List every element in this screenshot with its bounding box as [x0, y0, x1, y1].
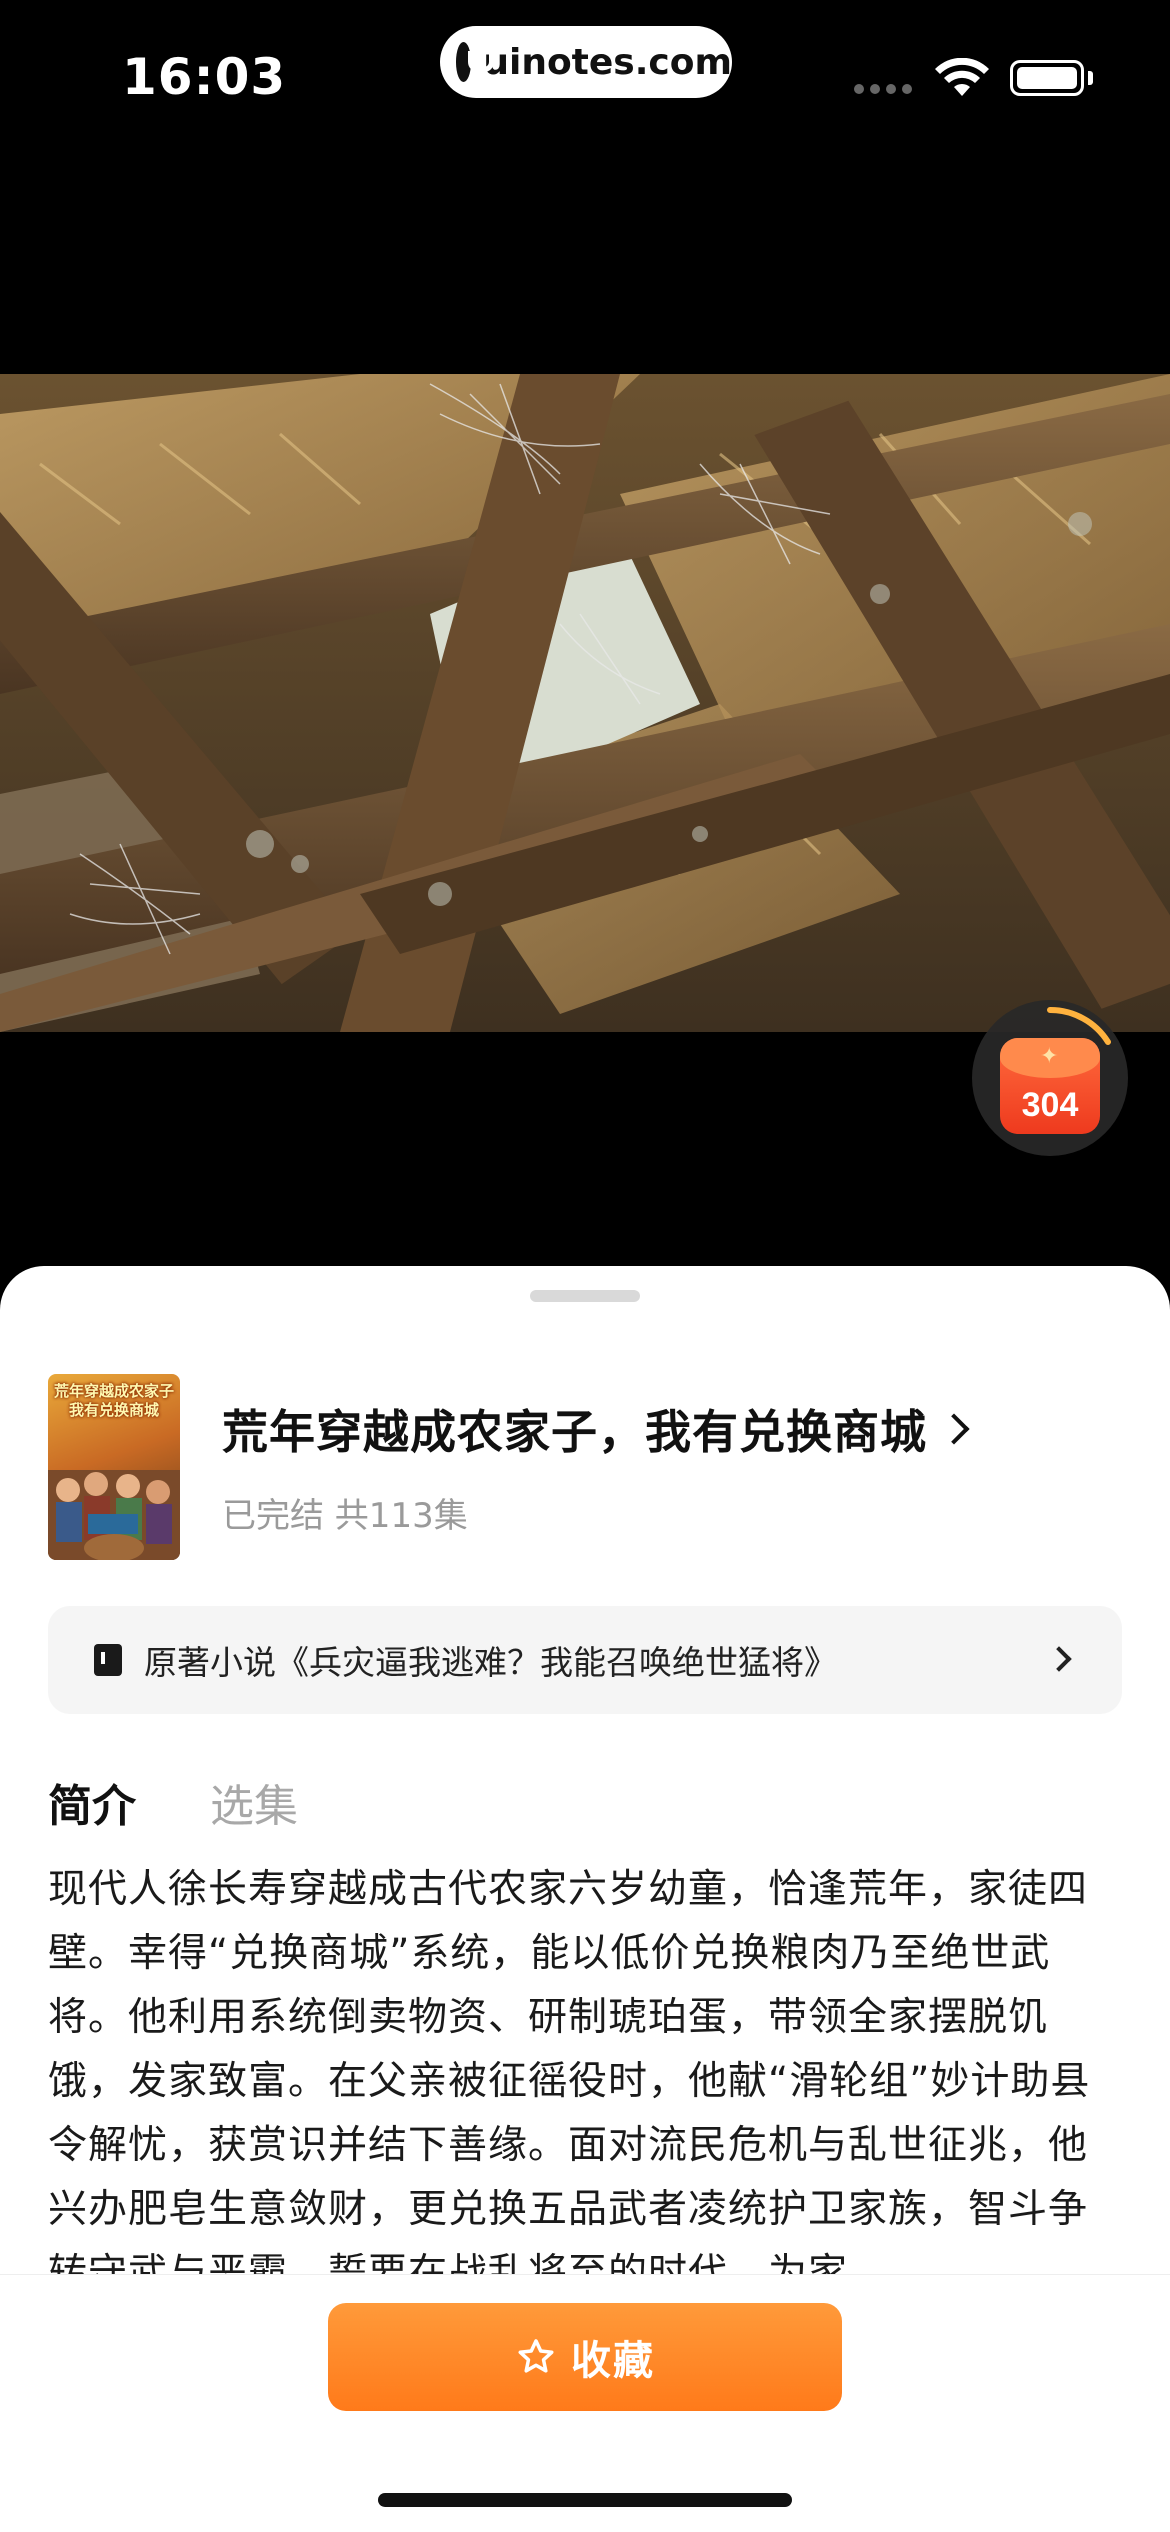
- favorite-button[interactable]: 收藏: [328, 2303, 842, 2411]
- bottom-action-bar: 收藏: [0, 2274, 1170, 2532]
- detail-sheet: 荒年穿越成农家子我有兑换商城 荒年穿越成农家子，我有兑换商城 已完结 共113集…: [0, 1266, 1170, 2532]
- site-logo-icon: [456, 42, 495, 82]
- source-novel-link[interactable]: 原著小说《兵灾逼我逃难？我能召唤绝世猛将》: [48, 1606, 1122, 1714]
- url-pill[interactable]: uinotes.com: [440, 26, 732, 98]
- video-player[interactable]: [0, 374, 1170, 1032]
- detail-tabs: 简介 选集: [48, 1770, 298, 1834]
- sheet-drag-handle[interactable]: [530, 1290, 640, 1302]
- cover-illustration: [48, 1470, 180, 1560]
- chevron-right-icon: [938, 1413, 970, 1445]
- tab-episodes[interactable]: 选集: [210, 1770, 298, 1834]
- url-text: uinotes.com: [483, 41, 732, 83]
- status-bar: 16:03 uinotes.com: [0, 0, 1170, 150]
- source-novel-text: 原著小说《兵灾逼我逃难？我能召唤绝世猛将》: [144, 1643, 837, 1682]
- video-frame-image: [0, 374, 1170, 1032]
- sparkle-icon: ✦: [1040, 1044, 1059, 1069]
- reward-badge[interactable]: ✦ 304: [972, 1000, 1128, 1156]
- show-title: 荒年穿越成农家子，我有兑换商城: [222, 1405, 927, 1459]
- cover-title-art: 荒年穿越成农家子我有兑换商城: [53, 1382, 174, 1419]
- status-time: 16:03: [122, 48, 287, 106]
- show-title-link[interactable]: 荒年穿越成农家子，我有兑换商城: [222, 1396, 970, 1462]
- star-outline-icon: [518, 2339, 554, 2373]
- home-indicator[interactable]: [378, 2493, 792, 2507]
- wifi-icon: [935, 58, 989, 96]
- red-envelope-icon: ✦ 304: [1000, 1038, 1100, 1134]
- book-icon: [94, 1644, 122, 1676]
- synopsis-text: 现代人徐长寿穿越成古代农家六岁幼童，恰逢荒年，家徒四壁。幸得“兑换商城”系统，能…: [48, 1867, 1091, 2296]
- show-status: 已完结 共113集: [222, 1496, 468, 1536]
- show-cover[interactable]: 荒年穿越成农家子我有兑换商城: [48, 1374, 180, 1560]
- battery-cap: [1088, 71, 1093, 85]
- chevron-right-icon: [1046, 1646, 1072, 1672]
- favorite-label: 收藏: [571, 2338, 655, 2384]
- battery-icon: [1010, 60, 1084, 96]
- tab-intro[interactable]: 简介: [48, 1770, 136, 1834]
- reward-count: 304: [1021, 1086, 1079, 1124]
- signal-icon: [854, 84, 912, 94]
